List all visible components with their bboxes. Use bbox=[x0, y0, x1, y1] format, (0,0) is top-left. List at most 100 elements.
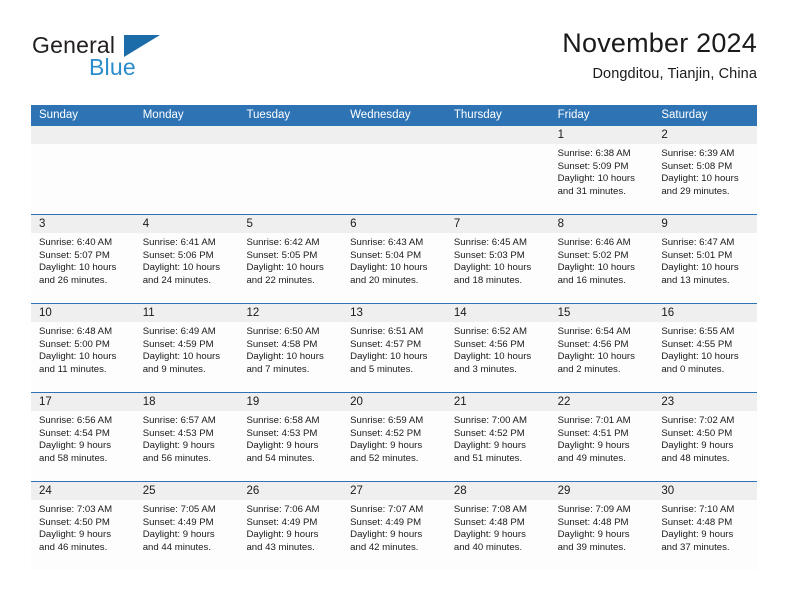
daylight-text-line1: Daylight: 10 hours bbox=[453, 262, 532, 274]
sun-info: Sunrise: 7:03 AM Sunset: 4:50 PM Daylight:… bbox=[31, 500, 135, 554]
calendar-day-cell[interactable]: 26 Sunrise: 7:06 AM Sunset: 4:49 PM Dayligh… bbox=[238, 482, 343, 570]
calendar-day-cell[interactable]: 29 Sunrise: 7:09 AM Sunset: 4:48 PM Dayligh… bbox=[549, 482, 654, 570]
calendar-day-cell[interactable]: 20 Sunrise: 6:59 AM Sunset: 4:52 PM Dayligh… bbox=[342, 393, 446, 481]
general-blue-logo[interactable]: General Blue bbox=[31, 32, 261, 88]
daylight-text-line1: Daylight: 9 hours bbox=[39, 440, 111, 452]
daylight-text-line1: Daylight: 10 hours bbox=[246, 351, 324, 363]
sun-info: Sunrise: 7:08 AM Sunset: 4:48 PM Daylight:… bbox=[446, 500, 550, 554]
calendar-day-cell[interactable]: 1 Sunrise: 6:38 AM Sunset: 5:09 PM Daylight… bbox=[549, 126, 654, 214]
sun-info: Sunrise: 7:09 AM Sunset: 4:48 PM Daylight:… bbox=[550, 500, 654, 554]
sunset-text: Sunset: 4:52 PM bbox=[453, 427, 525, 439]
calendar-day-cell[interactable]: 19 Sunrise: 6:58 AM Sunset: 4:53 PM Dayligh… bbox=[238, 393, 343, 481]
calendar-day-cell[interactable]: 3 Sunrise: 6:40 AM Sunset: 5:07 PM Daylight… bbox=[31, 215, 135, 303]
daylight-text-line1: Daylight: 9 hours bbox=[246, 529, 319, 541]
daylight-text-line2: and 13 minutes. bbox=[661, 274, 730, 286]
daylight-text-line2: and 11 minutes. bbox=[39, 363, 107, 375]
daylight-text-line2: and 3 minutes. bbox=[453, 363, 517, 375]
sun-info: Sunrise: 7:06 AM Sunset: 4:49 PM Daylight:… bbox=[238, 500, 342, 554]
sunrise-text: Sunrise: 6:50 AM bbox=[246, 326, 320, 337]
sunrise-text: Sunrise: 6:57 AM bbox=[142, 415, 216, 426]
day-number: 26 bbox=[238, 482, 343, 500]
daylight-text-line2: and 5 minutes. bbox=[350, 363, 414, 375]
sunset-text: Sunset: 4:49 PM bbox=[350, 516, 422, 528]
daylight-text-line1: Daylight: 9 hours bbox=[453, 440, 526, 452]
calendar-day-cell-empty bbox=[31, 126, 135, 214]
daylight-text-line1: Daylight: 9 hours bbox=[661, 529, 734, 541]
calendar-week-row: 17 Sunrise: 6:56 AM Sunset: 4:54 PM Dayligh… bbox=[31, 392, 758, 481]
calendar-day-cell[interactable]: 30 Sunrise: 7:10 AM Sunset: 4:48 PM Dayligh… bbox=[653, 482, 758, 570]
calendar-day-cell[interactable]: 27 Sunrise: 7:07 AM Sunset: 4:49 PM Dayligh… bbox=[342, 482, 446, 570]
sun-info: Sunrise: 7:00 AM Sunset: 4:52 PM Daylight:… bbox=[446, 411, 550, 465]
sunset-text: Sunset: 5:06 PM bbox=[142, 249, 214, 261]
calendar-day-cell[interactable]: 4 Sunrise: 6:41 AM Sunset: 5:06 PM Daylight… bbox=[134, 215, 239, 303]
calendar-day-cell[interactable]: 21 Sunrise: 7:00 AM Sunset: 4:52 PM Dayligh… bbox=[445, 393, 550, 481]
calendar-day-cell[interactable]: 6 Sunrise: 6:43 AM Sunset: 5:04 PM Daylight… bbox=[342, 215, 446, 303]
daylight-text-line1: Daylight: 10 hours bbox=[453, 351, 532, 363]
daylight-text-line1: Daylight: 9 hours bbox=[350, 440, 423, 452]
logo-text-blue: Blue bbox=[89, 54, 136, 80]
sunrise-text: Sunrise: 6:59 AM bbox=[350, 415, 424, 426]
calendar-day-cell[interactable]: 2 Sunrise: 6:39 AM Sunset: 5:08 PM Daylight… bbox=[653, 126, 758, 214]
daylight-text-line2: and 58 minutes. bbox=[39, 452, 108, 464]
day-number: 17 bbox=[31, 393, 135, 411]
sunset-text: Sunset: 5:01 PM bbox=[661, 249, 733, 261]
calendar-day-cell[interactable]: 8 Sunrise: 6:46 AM Sunset: 5:02 PM Daylight… bbox=[549, 215, 654, 303]
calendar-day-cell[interactable]: 13 Sunrise: 6:51 AM Sunset: 4:57 PM Dayligh… bbox=[342, 304, 446, 392]
calendar-day-cell[interactable]: 28 Sunrise: 7:08 AM Sunset: 4:48 PM Dayligh… bbox=[445, 482, 550, 570]
calendar-day-cell[interactable]: 18 Sunrise: 6:57 AM Sunset: 4:53 PM Dayligh… bbox=[134, 393, 239, 481]
calendar-week-row: 10 Sunrise: 6:48 AM Sunset: 5:00 PM Dayligh… bbox=[31, 303, 758, 392]
day-number: 8 bbox=[549, 215, 654, 233]
daylight-text-line1: Daylight: 10 hours bbox=[246, 262, 324, 274]
calendar-day-cell[interactable]: 24 Sunrise: 7:03 AM Sunset: 4:50 PM Dayligh… bbox=[31, 482, 135, 570]
sun-info: Sunrise: 6:40 AM Sunset: 5:07 PM Daylight:… bbox=[31, 233, 135, 287]
calendar-grid: Sunday Monday Tuesday Wednesday Thursday Frid… bbox=[31, 105, 758, 570]
calendar-day-cell[interactable]: 23 Sunrise: 7:02 AM Sunset: 4:50 PM Dayligh… bbox=[653, 393, 758, 481]
sunset-text: Sunset: 4:53 PM bbox=[142, 427, 214, 439]
daylight-text-line1: Daylight: 10 hours bbox=[557, 262, 635, 274]
calendar-day-cell[interactable]: 10 Sunrise: 6:48 AM Sunset: 5:00 PM Dayligh… bbox=[31, 304, 135, 392]
calendar-day-cell[interactable]: 22 Sunrise: 7:01 AM Sunset: 4:51 PM Dayligh… bbox=[549, 393, 654, 481]
calendar-day-cell[interactable]: 5 Sunrise: 6:42 AM Sunset: 5:05 PM Daylight… bbox=[238, 215, 343, 303]
day-number: 28 bbox=[445, 482, 550, 500]
day-number: 19 bbox=[238, 393, 343, 411]
calendar-week-row: 1 Sunrise: 6:38 AM Sunset: 5:09 PM Daylight… bbox=[31, 126, 758, 214]
daylight-text-line2: and 40 minutes. bbox=[453, 541, 523, 553]
day-number bbox=[31, 126, 135, 144]
calendar-day-cell[interactable]: 11 Sunrise: 6:49 AM Sunset: 4:59 PM Dayligh… bbox=[134, 304, 239, 392]
calendar-day-cell[interactable]: 17 Sunrise: 6:56 AM Sunset: 4:54 PM Dayligh… bbox=[31, 393, 135, 481]
sunrise-text: Sunrise: 6:52 AM bbox=[453, 326, 527, 337]
sun-info: Sunrise: 6:41 AM Sunset: 5:06 PM Daylight:… bbox=[135, 233, 239, 287]
calendar-day-cell[interactable]: 25 Sunrise: 7:05 AM Sunset: 4:49 PM Dayligh… bbox=[134, 482, 239, 570]
calendar-day-cell[interactable]: 15 Sunrise: 6:54 AM Sunset: 4:56 PM Dayligh… bbox=[549, 304, 654, 392]
daylight-text-line2: and 44 minutes. bbox=[142, 541, 211, 553]
daylight-text-line1: Daylight: 10 hours bbox=[557, 351, 635, 363]
sunset-text: Sunset: 4:56 PM bbox=[557, 338, 629, 350]
sunrise-text: Sunrise: 6:56 AM bbox=[39, 415, 113, 426]
sun-info: Sunrise: 7:10 AM Sunset: 4:48 PM Daylight:… bbox=[653, 500, 757, 554]
daylight-text-line1: Daylight: 10 hours bbox=[39, 262, 117, 274]
sunrise-text: Sunrise: 7:03 AM bbox=[39, 504, 113, 515]
sunset-text: Sunset: 4:58 PM bbox=[246, 338, 318, 350]
daylight-text-line2: and 20 minutes. bbox=[350, 274, 419, 286]
sunset-text: Sunset: 5:05 PM bbox=[246, 249, 318, 261]
weekday-header-row: Sunday Monday Tuesday Wednesday Thursday Frid… bbox=[31, 105, 757, 126]
daylight-text-line1: Daylight: 10 hours bbox=[350, 262, 428, 274]
daylight-text-line1: Daylight: 10 hours bbox=[661, 262, 739, 274]
calendar-day-cell[interactable]: 9 Sunrise: 6:47 AM Sunset: 5:01 PM Daylight… bbox=[653, 215, 758, 303]
calendar-day-cell[interactable]: 16 Sunrise: 6:55 AM Sunset: 4:55 PM Dayligh… bbox=[653, 304, 758, 392]
sun-info: Sunrise: 6:50 AM Sunset: 4:58 PM Daylight:… bbox=[238, 322, 342, 376]
page-title: November 2024 bbox=[562, 28, 757, 58]
sun-info: Sunrise: 6:38 AM Sunset: 5:09 PM Daylight:… bbox=[550, 144, 654, 198]
day-number: 25 bbox=[134, 482, 239, 500]
daylight-text-line2: and 49 minutes. bbox=[557, 452, 626, 464]
calendar-day-cell[interactable]: 14 Sunrise: 6:52 AM Sunset: 4:56 PM Dayligh… bbox=[445, 304, 550, 392]
sunset-text: Sunset: 4:49 PM bbox=[142, 516, 214, 528]
calendar-day-cell[interactable]: 12 Sunrise: 6:50 AM Sunset: 4:58 PM Dayligh… bbox=[238, 304, 343, 392]
sun-info: Sunrise: 6:42 AM Sunset: 5:05 PM Daylight:… bbox=[238, 233, 342, 287]
sunrise-text: Sunrise: 6:41 AM bbox=[142, 237, 216, 248]
calendar-day-cell[interactable]: 7 Sunrise: 6:45 AM Sunset: 5:03 PM Daylight… bbox=[445, 215, 550, 303]
daylight-text-line1: Daylight: 10 hours bbox=[39, 351, 117, 363]
sunrise-text: Sunrise: 6:54 AM bbox=[557, 326, 631, 337]
daylight-text-line1: Daylight: 10 hours bbox=[350, 351, 428, 363]
weekday-header-monday: Monday bbox=[142, 109, 184, 121]
